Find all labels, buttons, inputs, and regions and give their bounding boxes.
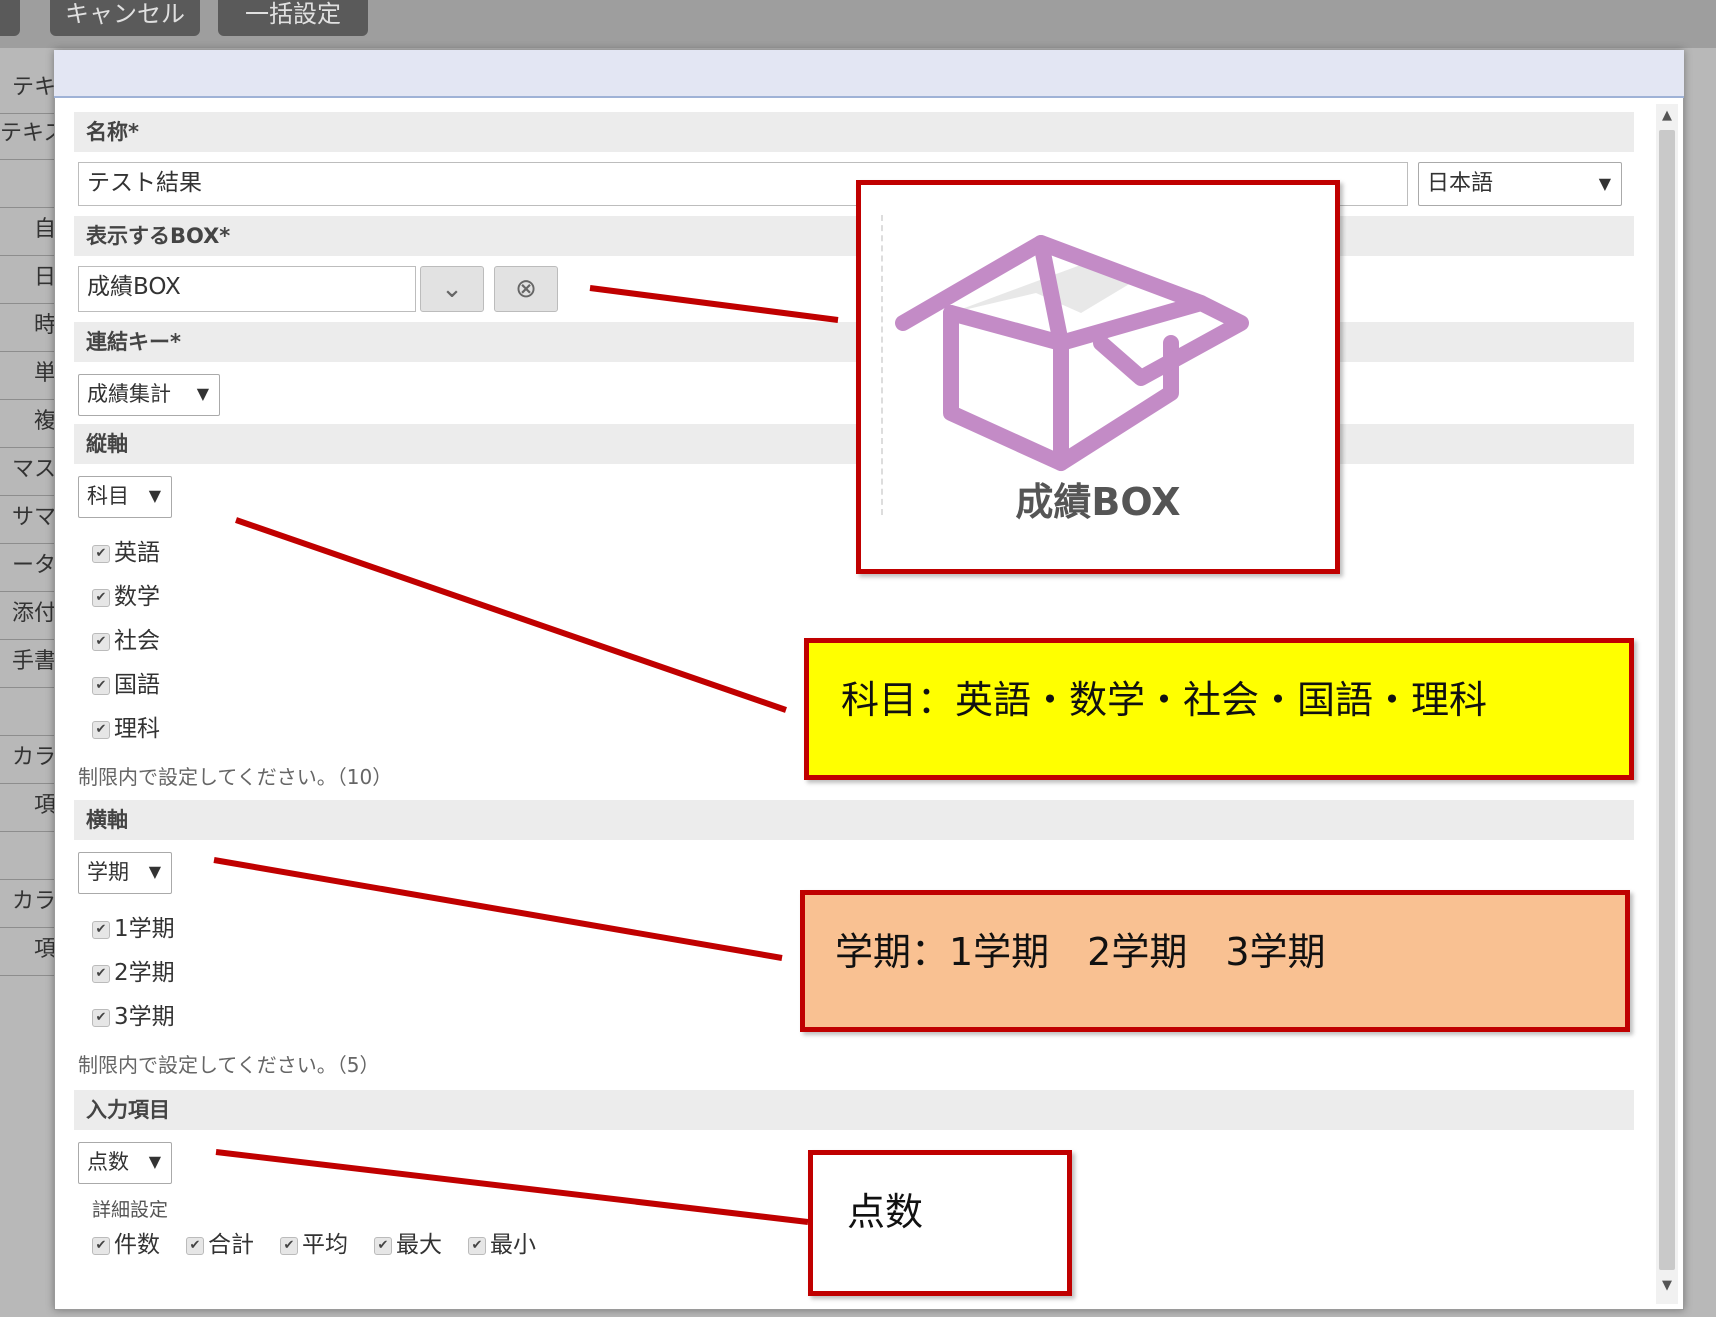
connector-line-box [589, 285, 839, 323]
box-caption: 成績BOX [1015, 480, 1181, 524]
box-front-flap [943, 295, 1249, 386]
box-icon [895, 235, 1249, 471]
terms-callout: 学期：1学期 2学期 3学期 [800, 890, 1630, 1032]
input-callout-text: 点数 [847, 1190, 924, 1234]
dashed-divider [881, 215, 883, 515]
subjects-callout: 科目：英語・数学・社会・国語・理科 [804, 638, 1634, 780]
subjects-callout-text: 科目：英語・数学・社会・国語・理科 [841, 678, 1488, 722]
terms-callout-text: 学期：1学期 2学期 3学期 [835, 930, 1326, 974]
connector-line-input [215, 1149, 809, 1225]
box-edge-center [1033, 235, 1069, 351]
box-icon-callout: 成績BOX [856, 180, 1340, 574]
connector-line-terms [213, 857, 783, 961]
input-callout: 点数 [808, 1150, 1072, 1296]
connector-line-subjects [235, 517, 787, 713]
